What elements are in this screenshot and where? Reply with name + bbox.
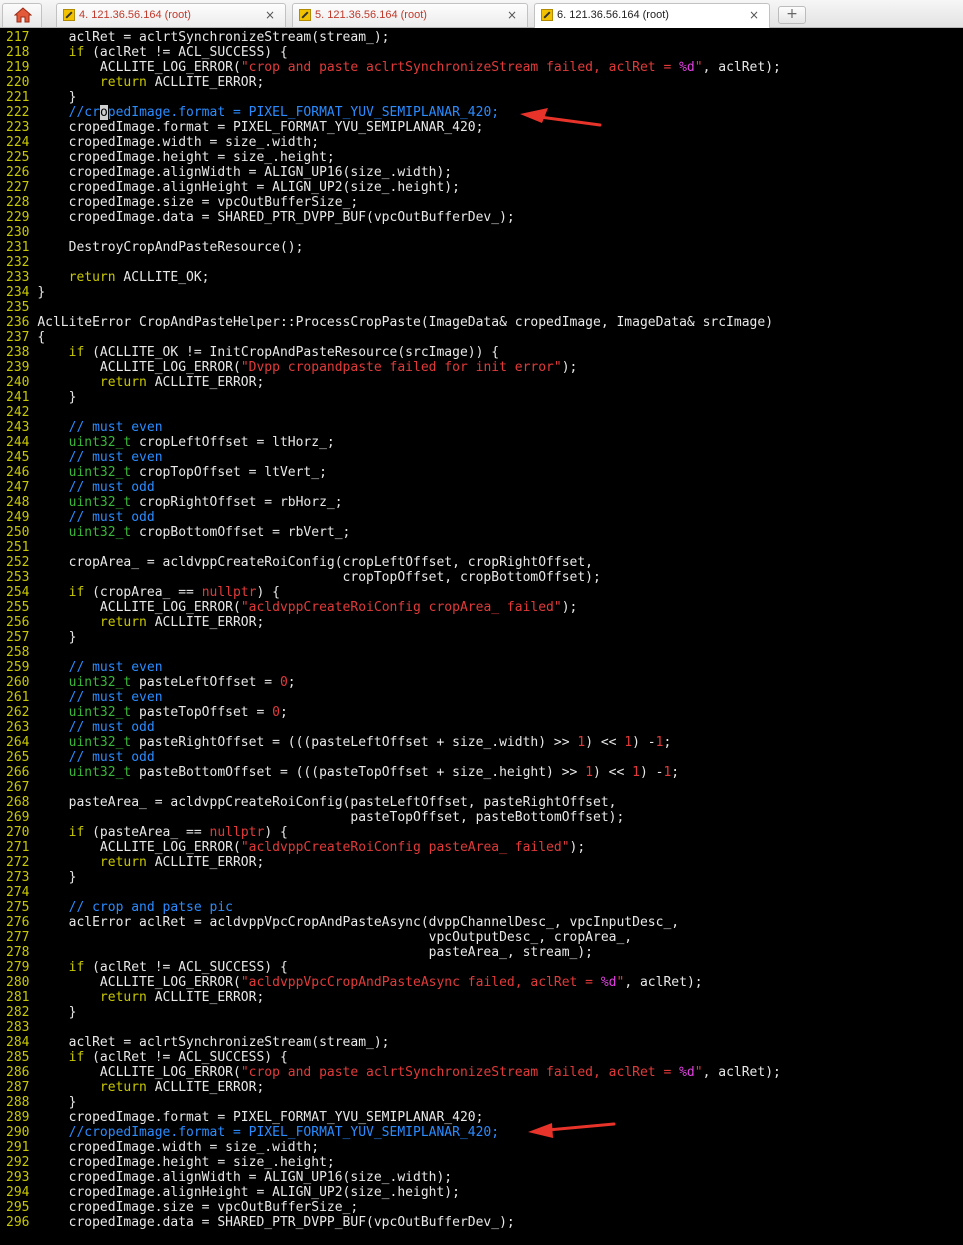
tab-session-4[interactable]: 4. 121.36.56.164 (root) × xyxy=(56,3,286,27)
terminal-output[interactable]: 217 aclRet = aclrtSynchronizeStream(stre… xyxy=(0,28,963,1245)
tab-label: 4. 121.36.56.164 (root) xyxy=(79,9,191,21)
tab-label: 6. 121.36.56.164 (root) xyxy=(557,9,669,21)
close-icon[interactable]: × xyxy=(507,4,517,26)
tab-label: 5. 121.36.56.164 (root) xyxy=(315,9,427,21)
new-tab-button[interactable]: + xyxy=(778,6,806,24)
annotation-arrow xyxy=(528,1122,616,1138)
terminal-key-icon xyxy=(541,9,553,21)
home-icon xyxy=(14,7,32,23)
tab-bar: 4. 121.36.56.164 (root) × 5. 121.36.56.1… xyxy=(0,0,963,28)
tab-session-6[interactable]: 6. 121.36.56.164 (root) × xyxy=(534,3,770,28)
terminal-key-icon xyxy=(63,9,75,21)
home-tab[interactable] xyxy=(2,3,42,27)
terminal-key-icon xyxy=(299,9,311,21)
tab-session-5[interactable]: 5. 121.36.56.164 (root) × xyxy=(292,3,528,27)
close-icon[interactable]: × xyxy=(749,4,759,26)
close-icon[interactable]: × xyxy=(265,4,275,26)
